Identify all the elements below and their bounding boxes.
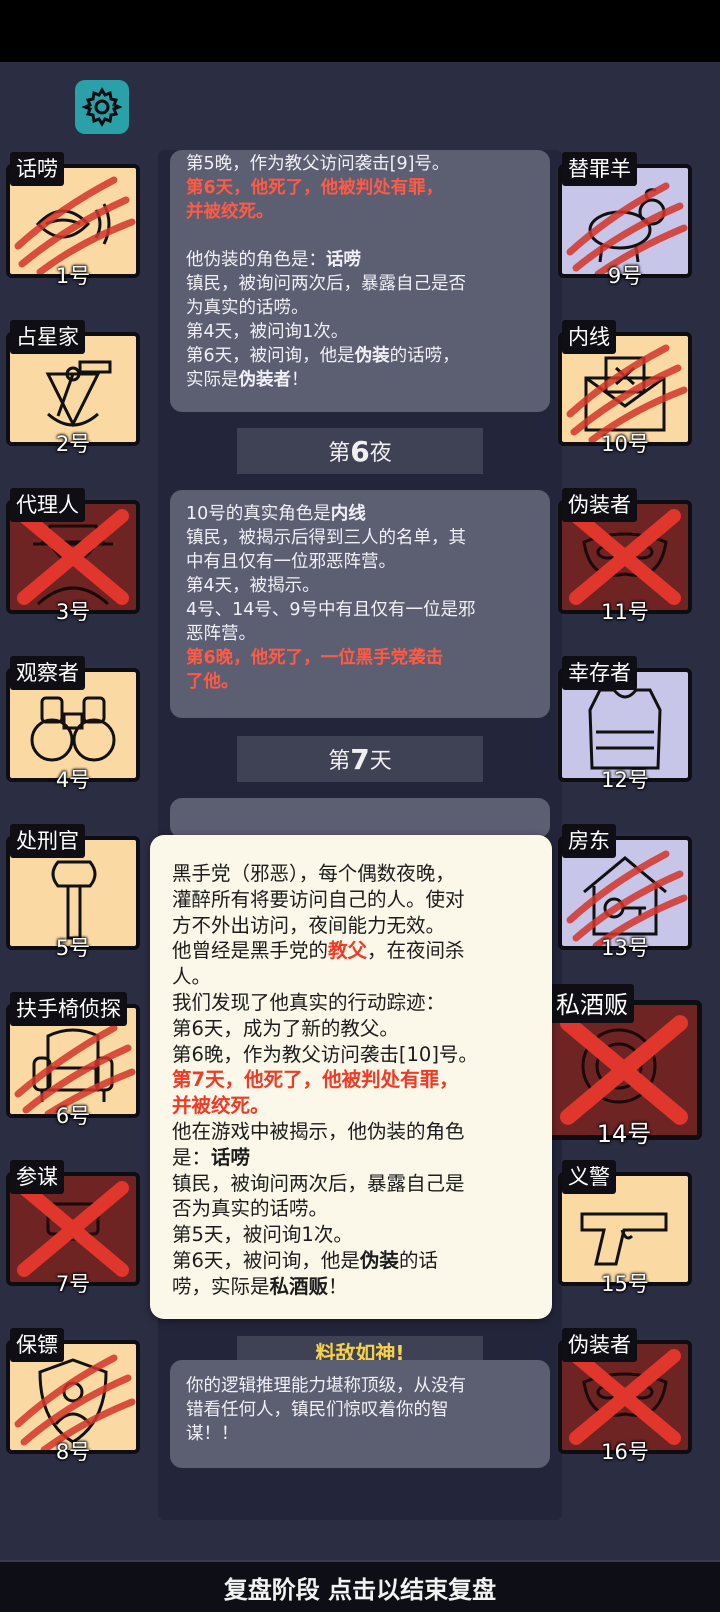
player-number: 12号 — [601, 768, 649, 792]
role-label: 伪装者 — [562, 1328, 637, 1362]
role-label: 替罪羊 — [562, 152, 637, 186]
player-number: 7号 — [55, 1272, 91, 1296]
phase-header-day-7: 第7天 — [237, 736, 483, 782]
role-label: 私酒贩 — [550, 984, 634, 1023]
settings-button[interactable] — [75, 80, 129, 134]
role-label: 处刑官 — [10, 824, 85, 858]
gear-icon — [82, 87, 122, 127]
role-label: 幸存者 — [562, 656, 637, 690]
status-bar — [0, 0, 720, 62]
end-review-label: 复盘阶段 点击以结束复盘 — [223, 1575, 497, 1604]
axe-icon — [51, 860, 97, 940]
player-tile-6[interactable]: 扶手椅侦探 6号 — [6, 992, 140, 1128]
player-tile-15[interactable]: 义警 15号 — [558, 1160, 692, 1296]
role-label: 观察者 — [10, 656, 85, 690]
player-number: 11号 — [601, 600, 649, 624]
role-label: 伪装者 — [562, 488, 637, 522]
log-card: 第5晚，作为教父访问袭击[9]号。 第6天，他死了，他被判处有罪， 并被绞死。 … — [170, 150, 550, 412]
player-number: 9号 — [607, 264, 643, 288]
player-number: 1号 — [55, 264, 91, 288]
end-review-button[interactable]: 复盘阶段 点击以结束复盘 — [0, 1560, 720, 1612]
player-tile-2[interactable]: 占星家 2号 — [6, 320, 140, 456]
player-number: 13号 — [601, 936, 649, 960]
player-tile-3[interactable]: 代理人 3号 — [6, 488, 140, 624]
player-number: 16号 — [601, 1440, 649, 1464]
player-tile-11[interactable]: 伪装者 11号 — [558, 488, 692, 624]
binoculars-icon — [30, 696, 116, 762]
player-number: 4号 — [55, 768, 91, 792]
player-tile-8[interactable]: 保镖 8号 — [6, 1328, 140, 1464]
player-tile-16[interactable]: 伪装者 16号 — [558, 1328, 692, 1464]
player-number: 6号 — [55, 1104, 91, 1128]
player-number: 5号 — [55, 936, 91, 960]
player-tile-10[interactable]: 内线 10号 — [558, 320, 692, 456]
role-label: 占星家 — [10, 320, 85, 354]
player-tile-13[interactable]: 房东 13号 — [558, 824, 692, 960]
player-number: 15号 — [601, 1272, 649, 1296]
log-card: 10号的真实角色是内线 镇民，被揭示后得到三人的名单，其 中有且仅有一位邪恶阵营… — [170, 490, 550, 718]
player-tile-12[interactable]: 幸存者 12号 — [558, 656, 692, 792]
role-label: 代理人 — [10, 488, 85, 522]
pistol-icon — [580, 1212, 668, 1266]
role-label: 参谋 — [10, 1160, 64, 1194]
player-number: 3号 — [55, 600, 91, 624]
sextant-icon — [45, 360, 112, 428]
player-tile-7[interactable]: 参谋 7号 — [6, 1160, 140, 1296]
phase-header-night-6: 第6夜 — [237, 428, 483, 474]
role-label: 话唠 — [10, 152, 64, 186]
role-label: 内线 — [562, 320, 616, 354]
player-tile-1[interactable]: 话唠 1号 — [6, 152, 140, 288]
player-number: 14号 — [596, 1120, 652, 1148]
player-tile-5[interactable]: 处刑官 5号 — [6, 824, 140, 960]
log-card-hidden — [170, 798, 550, 838]
role-detail-popup[interactable]: 黑手党（邪恶），每个偶数夜晚， 灌醉所有将要访问自己的人。使对 方不外出访问，夜… — [150, 835, 552, 1319]
player-tile-14-selected[interactable]: 私酒贩 14号 — [546, 984, 702, 1148]
player-tile-4[interactable]: 观察者 4号 — [6, 656, 140, 792]
vest-icon — [588, 688, 662, 770]
role-label: 义警 — [562, 1160, 616, 1194]
verdict-card: 你的逻辑推理能力堪称顶级，从没有 错看任何人，镇民们惊叹着你的智 谋！！ — [170, 1360, 550, 1468]
player-number: 2号 — [55, 432, 91, 456]
role-label: 扶手椅侦探 — [10, 992, 127, 1026]
player-tile-9[interactable]: 替罪羊 9号 — [558, 152, 692, 288]
player-number: 8号 — [55, 1440, 91, 1464]
player-number: 10号 — [601, 432, 649, 456]
role-label: 保镖 — [10, 1328, 64, 1362]
role-label: 房东 — [562, 824, 616, 858]
